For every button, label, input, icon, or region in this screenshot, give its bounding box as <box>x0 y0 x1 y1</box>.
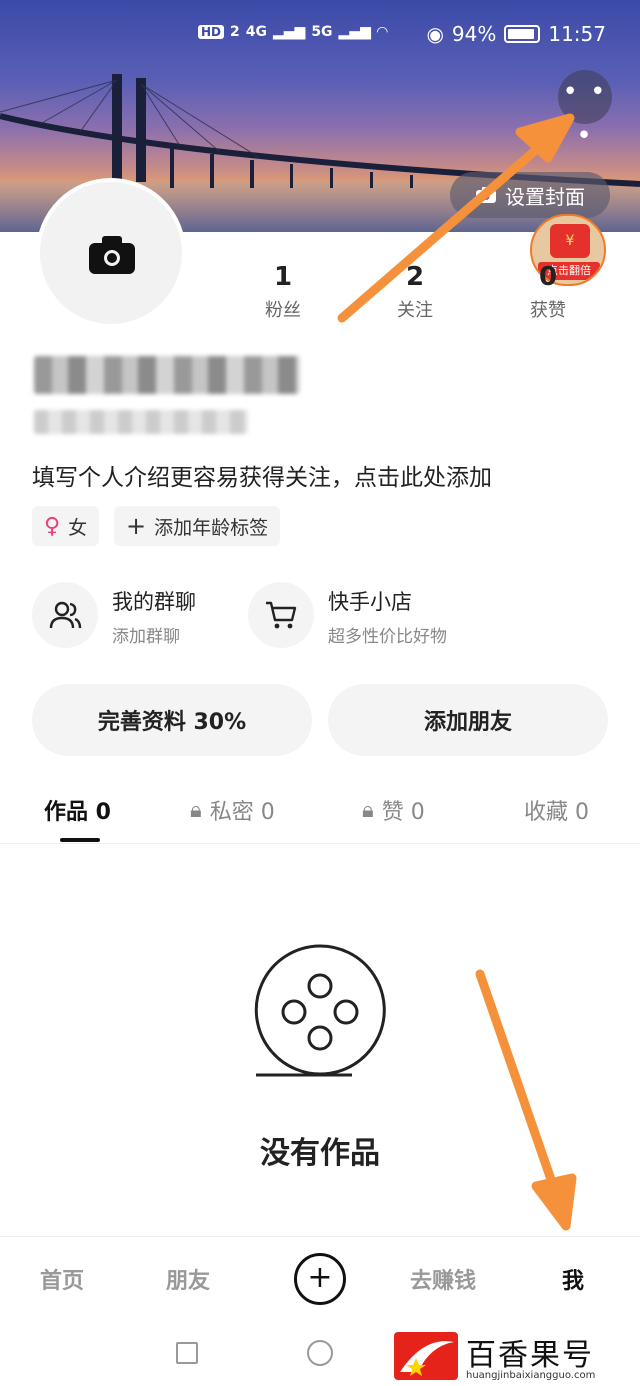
gender-tag[interactable]: ♀ 女 <box>32 506 100 546</box>
stat-following-label: 关注 <box>397 300 433 321</box>
group-chat-title: 我的群聊 <box>112 590 196 614</box>
stat-likes-value: 0 <box>538 262 558 292</box>
status-right: ◉ 94% 11:57 <box>426 22 606 46</box>
network-indicators: HD 2 4G ▂▄▆ 5G ▂▄▆ ◠ <box>198 24 388 40</box>
lock-icon: 🔒︎ <box>190 797 202 823</box>
add-age-tag-button[interactable]: + 添加年龄标签 <box>114 506 281 546</box>
hd-sub-indicator: 2 <box>230 24 240 40</box>
add-friend-button[interactable]: 添加朋友 <box>328 684 608 756</box>
complete-profile-button[interactable]: 完善资料 30% <box>32 684 312 756</box>
tab-likes-label: 赞 0 <box>381 800 425 825</box>
battery-icon <box>504 25 541 43</box>
tab-likes[interactable]: 🔒︎ 赞 0 <box>362 794 425 826</box>
wifi-icon: ◠ <box>376 24 388 40</box>
tab-private-label: 私密 0 <box>209 800 275 825</box>
age-tag-label: 添加年龄标签 <box>154 516 269 539</box>
status-bar: HD 2 4G ▂▄▆ 5G ▂▄▆ ◠ ◉ 94% 11:57 <box>0 0 640 70</box>
tab-works-label: 作品 0 <box>44 800 111 825</box>
tab-works[interactable]: 作品 0 <box>44 794 111 826</box>
hd-indicator: HD <box>198 25 225 39</box>
film-reel-icon <box>254 944 386 1077</box>
user-id-blurred <box>34 410 248 434</box>
stat-following-value: 2 <box>405 262 425 292</box>
signal-4g-icon: 4G <box>245 24 267 40</box>
battery-percent: 94% <box>451 22 497 46</box>
nav-home[interactable]: 首页 <box>40 1263 84 1295</box>
group-chat-entry[interactable]: 我的群聊 添加群聊 <box>32 582 232 652</box>
intro-text[interactable]: 填写个人介绍更容易获得关注，点击此处添加 <box>32 458 492 492</box>
plus-icon: + <box>126 512 147 540</box>
camera-icon <box>476 187 496 203</box>
stat-likes[interactable]: 0 获赞 <box>498 262 598 322</box>
group-users-icon <box>32 582 98 648</box>
shop-subtitle: 超多性价比好物 <box>328 627 447 647</box>
camera-icon <box>89 236 135 274</box>
cart-icon <box>248 582 314 648</box>
tab-active-underline <box>60 838 100 842</box>
set-cover-label: 设置封面 <box>505 184 585 209</box>
content-tabs: 作品 0 🔒︎ 私密 0 🔒︎ 赞 0 收藏 0 <box>0 786 640 844</box>
shop-title: 快手小店 <box>328 590 412 614</box>
tab-private[interactable]: 🔒︎ 私密 0 <box>190 794 275 826</box>
nav-earn[interactable]: 去赚钱 <box>410 1263 476 1295</box>
eye-icon: ◉ <box>426 22 444 46</box>
tab-favorites[interactable]: 收藏 0 <box>524 794 589 826</box>
signal-5g-icon: 5G <box>311 24 333 40</box>
stat-fans-value: 1 <box>273 262 293 292</box>
clock: 11:57 <box>548 22 606 46</box>
set-cover-button[interactable]: 设置封面 <box>450 172 610 218</box>
female-icon: ♀ <box>44 513 61 539</box>
avatar[interactable] <box>36 178 186 328</box>
signal-bars-icon: ▂▄▆ <box>273 24 306 40</box>
recents-icon[interactable] <box>176 1342 198 1364</box>
stat-fans[interactable]: 1 粉丝 <box>233 262 333 322</box>
username-blurred <box>34 356 300 394</box>
stat-following[interactable]: 2 关注 <box>365 262 465 322</box>
group-chat-subtitle: 添加群聊 <box>112 627 180 647</box>
stat-fans-label: 粉丝 <box>265 300 301 321</box>
stat-likes-label: 获赞 <box>530 300 566 321</box>
signal-bars-icon: ▂▄▆ <box>338 24 371 40</box>
create-button[interactable]: + <box>294 1253 346 1305</box>
empty-state-text: 没有作品 <box>260 1136 380 1171</box>
red-packet-icon: ¥ <box>550 224 590 258</box>
watermark-logo-icon <box>394 1332 458 1380</box>
arrow-head-me <box>531 1173 577 1231</box>
home-icon[interactable] <box>307 1340 333 1366</box>
bottom-nav: 首页 朋友 + 去赚钱 我 <box>0 1236 640 1320</box>
nav-me[interactable]: 我 <box>562 1263 584 1295</box>
tab-favorites-label: 收藏 0 <box>524 800 589 825</box>
watermark-url: huangjinbaixiangguo.com <box>466 1370 596 1381</box>
watermark-title: 百香果号 <box>466 1338 594 1373</box>
shop-entry[interactable]: 快手小店 超多性价比好物 <box>248 582 508 652</box>
lock-icon: 🔒︎ <box>362 797 374 823</box>
more-button[interactable]: • • • <box>558 70 612 151</box>
watermark: 百香果号 huangjinbaixiangguo.com <box>392 1328 640 1386</box>
nav-friends[interactable]: 朋友 <box>166 1263 210 1295</box>
gender-tag-label: 女 <box>68 516 88 539</box>
